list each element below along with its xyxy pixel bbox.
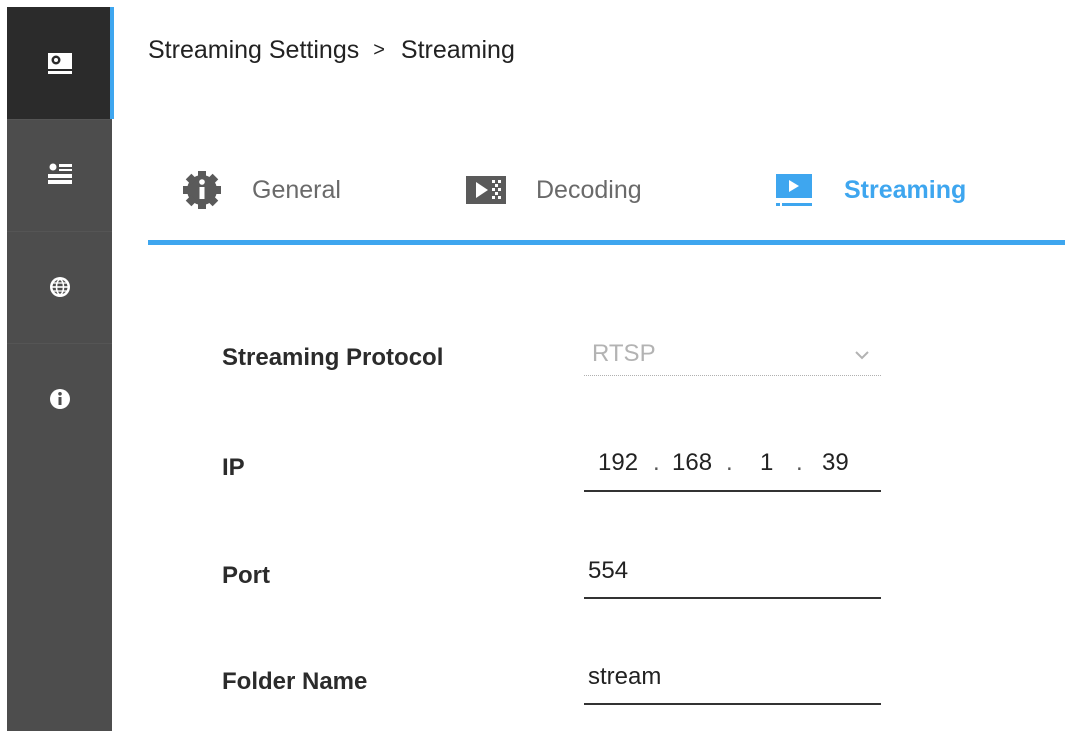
tab-general[interactable]: General — [180, 160, 341, 220]
tab-active-underline — [148, 240, 1065, 245]
breadcrumb-parent[interactable]: Streaming Settings — [148, 36, 359, 65]
folder-name-input[interactable]: stream — [584, 663, 881, 705]
sidebar — [7, 7, 114, 731]
folder-label: Folder Name — [222, 668, 368, 695]
tab-decoding-label: Decoding — [536, 175, 642, 204]
sidebar-item-servers[interactable] — [7, 119, 112, 231]
ip-octet-1[interactable]: 192 — [598, 449, 638, 477]
ip-input[interactable]: 192 . 168 . 1 . 39 — [584, 449, 881, 492]
folder-value: stream — [588, 663, 662, 690]
globe-icon — [46, 273, 74, 301]
breadcrumb-separator: > — [373, 39, 385, 61]
chevron-down-icon — [853, 342, 871, 370]
sidebar-item-device[interactable] — [7, 7, 114, 119]
sidebar-item-info[interactable] — [7, 343, 112, 455]
tab-bar: General Decoding Streaming — [148, 160, 1065, 246]
protocol-select[interactable]: RTSP — [584, 340, 881, 376]
sidebar-item-network[interactable] — [7, 231, 112, 343]
breadcrumb-current: Streaming — [400, 36, 515, 64]
port-label: Port — [222, 562, 270, 589]
tab-streaming[interactable]: Streaming — [772, 160, 966, 220]
info-gear-icon — [180, 168, 224, 212]
tab-general-label: General — [252, 175, 341, 204]
ip-label: IP — [222, 454, 245, 481]
tab-streaming-label: Streaming — [844, 175, 967, 204]
info-icon — [46, 385, 74, 413]
port-row: Port 554 — [222, 557, 922, 620]
breadcrumb: Streaming Settings > Streaming — [148, 36, 515, 65]
decoding-icon — [464, 168, 508, 212]
ip-dot: . — [726, 449, 733, 476]
ip-dot: . — [653, 449, 660, 476]
ip-octet-3[interactable]: 1 — [760, 449, 773, 477]
server-list-icon — [46, 161, 74, 189]
protocol-value: RTSP — [592, 340, 656, 367]
ip-dot: . — [796, 449, 803, 476]
streaming-play-icon — [772, 168, 816, 212]
device-settings-icon — [46, 49, 74, 77]
ip-octet-2[interactable]: 168 — [672, 449, 712, 477]
port-value: 554 — [588, 557, 629, 584]
ip-octet-4[interactable]: 39 — [822, 449, 849, 477]
protocol-row: Streaming Protocol RTSP — [222, 340, 922, 404]
protocol-label: Streaming Protocol — [222, 344, 444, 371]
tab-decoding[interactable]: Decoding — [464, 160, 642, 220]
folder-row: Folder Name stream — [222, 663, 922, 726]
ip-row: IP 192 . 168 . 1 . 39 — [222, 449, 922, 512]
port-input[interactable]: 554 — [584, 557, 881, 599]
